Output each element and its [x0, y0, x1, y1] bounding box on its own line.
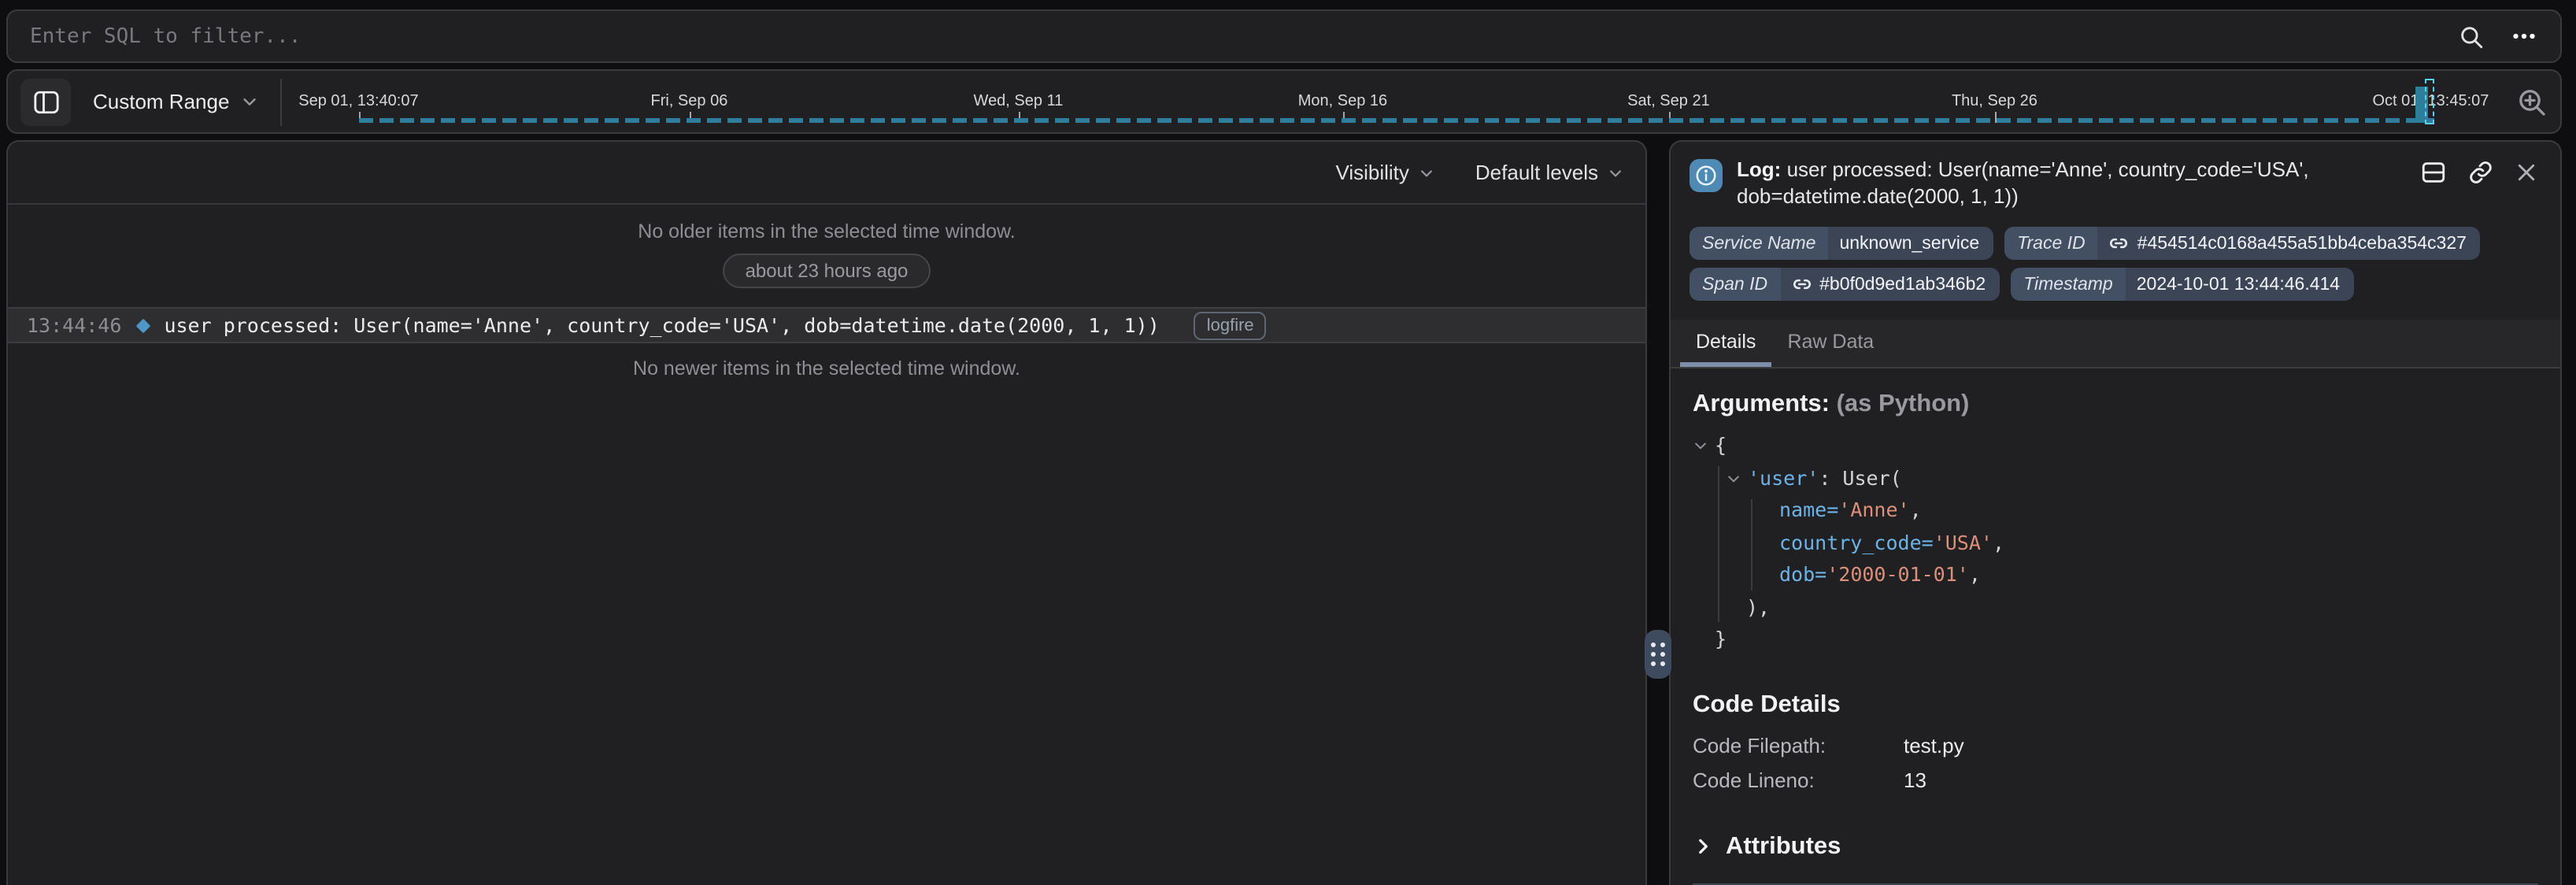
code-line: 'user': User( [1693, 462, 2538, 494]
timeline-tick-label: Sat, Sep 21 [1627, 93, 1710, 110]
badge-label: Timestamp [2011, 268, 2126, 301]
log-level-diamond-icon [136, 318, 151, 333]
detail-title: Log: user processed: User(name='Anne', c… [1737, 156, 2437, 209]
split-panel-icon[interactable] [2420, 159, 2447, 186]
timeline-tick-label: Thu, Sep 26 [1952, 93, 2037, 110]
log-message: user processed: User(name='Anne', countr… [164, 313, 1159, 337]
timeline-bar: Custom Range Sep 01, 13:40:07 Fri, Sep 0… [6, 69, 2562, 134]
timeline-zoom-in-icon[interactable] [2516, 86, 2548, 117]
timeline-activity-dashes [358, 118, 2434, 123]
detail-tabs: Details Raw Data [1671, 320, 2560, 368]
arguments-code-tree: { 'user': User( name='Anne', country_cod… [1693, 430, 2538, 656]
arguments-heading: Arguments: (as Python) [1693, 391, 2538, 419]
log-tag-badge: logfire [1194, 311, 1267, 339]
chevron-down-icon [1608, 165, 1623, 180]
visibility-label: Visibility [1335, 161, 1408, 184]
code-line: name='Anne', [1693, 494, 2538, 527]
content-area: Visibility Default levels No older items… [6, 140, 2562, 885]
kv-value: test.py [1904, 733, 1964, 757]
chevron-down-icon [1419, 165, 1434, 180]
link-icon [1791, 274, 1812, 294]
logfire-explore-page: Custom Range Sep 01, 13:40:07 Fri, Sep 0… [0, 0, 2576, 885]
detail-title-text: user processed: User(name='Anne', countr… [1737, 157, 2309, 208]
timeline-tick-label: Wed, Sep 11 [974, 93, 1064, 110]
search-icon[interactable] [2458, 23, 2485, 50]
badge-label: Service Name [1690, 227, 1828, 260]
relative-time-badge[interactable]: about 23 hours ago [724, 254, 931, 288]
copy-link-icon[interactable] [2467, 159, 2494, 186]
sidebar-toggle-button[interactable] [20, 78, 71, 125]
tab-details[interactable]: Details [1680, 320, 1771, 367]
filter-actions [2458, 22, 2538, 50]
kv-label: Code Filepath: [1693, 733, 1904, 757]
logs-toolbar: Visibility Default levels [8, 142, 1645, 205]
detail-header: Log: user processed: User(name='Anne', c… [1671, 142, 2560, 209]
attributes-section-toggle[interactable]: Attributes [1693, 832, 2538, 861]
badge-label: Span ID [1690, 268, 1780, 301]
sql-filter-input[interactable] [30, 24, 2458, 48]
section-divider [1693, 883, 2538, 884]
code-line: ), [1693, 591, 2538, 624]
info-level-icon [1690, 159, 1723, 192]
code-details-table: Code Filepath: test.py Code Lineno: 13 [1693, 733, 2538, 791]
time-range-label: Custom Range [93, 90, 229, 113]
detail-kind-label: Log: [1737, 157, 1781, 181]
tab-raw-data[interactable]: Raw Data [1771, 320, 1889, 367]
panel-resize-handle[interactable] [1645, 630, 1671, 679]
attributes-heading: Attributes [1726, 832, 1841, 861]
collapse-caret-icon[interactable] [1726, 471, 1741, 487]
trace-id-badge[interactable]: Trace ID #454514c0168a455a51bb4ceba354c3… [2004, 227, 2481, 260]
service-name-badge: Service Name unknown_service [1690, 227, 1993, 260]
badge-value: #b0f0d9ed1ab346b2 [1780, 274, 2000, 294]
timeline-separator [279, 78, 281, 125]
detail-header-actions [2420, 159, 2538, 186]
log-timestamp: 13:44:46 [27, 313, 121, 337]
badge-value: unknown_service [1828, 234, 1993, 253]
code-details-section: Code Details Code Filepath: test.py Code… [1693, 691, 2538, 791]
indent-guide [1718, 466, 1719, 622]
span-id-badge[interactable]: Span ID #b0f0d9ed1ab346b2 [1690, 268, 2000, 301]
timeline-tick-label: Fri, Sep 06 [651, 93, 728, 110]
code-lineno-row: Code Lineno: 13 [1693, 768, 2538, 791]
chevron-down-icon [240, 93, 257, 110]
logs-panel: Visibility Default levels No older items… [6, 140, 1647, 885]
no-older-items-text: No older items in the selected time wind… [8, 220, 1645, 243]
default-levels-dropdown[interactable]: Default levels [1475, 161, 1623, 184]
link-icon [2109, 233, 2130, 254]
timeline-tick-label: Mon, Sep 16 [1298, 93, 1387, 110]
code-line: { [1693, 430, 2538, 462]
sql-filter-bar [6, 9, 2562, 63]
indent-guide [1751, 499, 1752, 591]
time-range-selector[interactable]: Custom Range [93, 90, 257, 113]
more-options-icon[interactable] [2510, 22, 2538, 50]
detail-badges: Service Name unknown_service Trace ID #4… [1671, 227, 2552, 301]
kv-label: Code Lineno: [1693, 768, 1904, 791]
code-line: dob='2000-01-01', [1693, 559, 2538, 591]
code-line: country_code='USA', [1693, 527, 2538, 559]
no-newer-items-text: No newer items in the selected time wind… [8, 357, 1645, 380]
visibility-dropdown[interactable]: Visibility [1335, 161, 1434, 184]
badge-label: Trace ID [2004, 227, 2098, 260]
badge-value: 2024-10-01 13:44:46.414 [2126, 275, 2354, 294]
default-levels-label: Default levels [1475, 161, 1598, 184]
panel-divider[interactable] [1647, 140, 1669, 885]
arguments-subheading: (as Python) [1837, 391, 1970, 417]
log-row[interactable]: 13:44:46 user processed: User(name='Anne… [8, 307, 1645, 343]
kv-value: 13 [1904, 768, 1926, 791]
timeline-selection-marker[interactable] [2424, 79, 2434, 124]
close-icon[interactable] [2515, 161, 2538, 184]
badge-value: #454514c0168a455a51bb4ceba354c327 [2098, 233, 2481, 254]
log-detail-panel: Log: user processed: User(name='Anne', c… [1669, 140, 2562, 885]
collapse-caret-icon[interactable] [1693, 439, 1708, 454]
code-details-heading: Code Details [1693, 691, 2538, 719]
chevron-right-icon [1693, 836, 1713, 857]
timeline-tick-label: Sep 01, 13:40:07 [298, 93, 418, 110]
code-line: } [1693, 624, 2538, 656]
detail-body: Arguments: (as Python) { 'user': User( n… [1671, 368, 2560, 884]
timeline-track[interactable]: Sep 01, 13:40:07 Fri, Sep 06 Wed, Sep 11… [284, 71, 2500, 132]
timestamp-badge: Timestamp 2024-10-01 13:44:46.414 [2011, 268, 2354, 301]
code-filepath-row: Code Filepath: test.py [1693, 733, 2538, 757]
